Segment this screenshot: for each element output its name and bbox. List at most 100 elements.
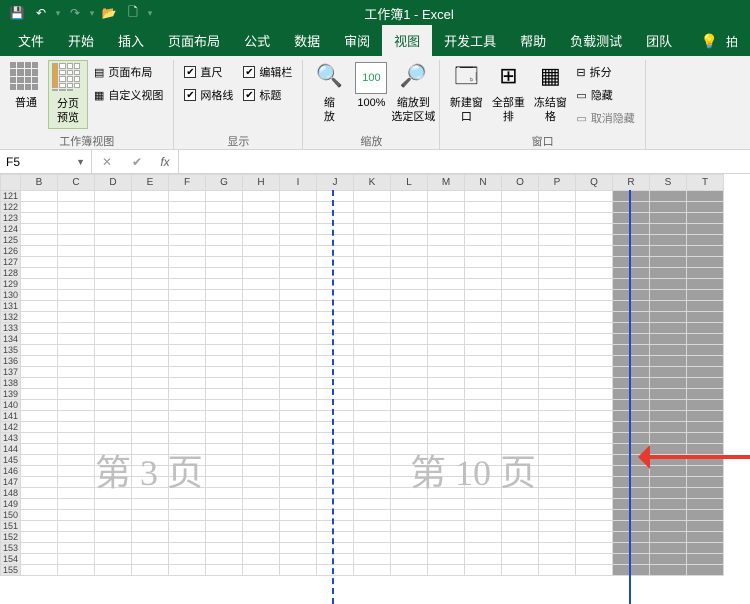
cell[interactable]: [280, 290, 317, 301]
cell[interactable]: [576, 301, 613, 312]
cell[interactable]: [280, 433, 317, 444]
cell[interactable]: [58, 543, 95, 554]
row-header[interactable]: 133: [1, 323, 21, 334]
cell[interactable]: [21, 565, 58, 576]
cell[interactable]: [169, 312, 206, 323]
cell[interactable]: [132, 455, 169, 466]
col-header[interactable]: L: [391, 175, 428, 191]
cell[interactable]: [502, 521, 539, 532]
cell[interactable]: [169, 499, 206, 510]
cell[interactable]: [502, 422, 539, 433]
cell[interactable]: [243, 191, 280, 202]
cell[interactable]: [206, 290, 243, 301]
new-window-button[interactable]: 🗔 新建窗口: [446, 60, 486, 127]
cell[interactable]: [317, 356, 354, 367]
cell[interactable]: [280, 191, 317, 202]
cell[interactable]: [58, 400, 95, 411]
cell[interactable]: [317, 554, 354, 565]
cell[interactable]: [391, 543, 428, 554]
cell[interactable]: [169, 268, 206, 279]
cell[interactable]: [354, 345, 391, 356]
cell[interactable]: [280, 213, 317, 224]
cell[interactable]: [280, 356, 317, 367]
cell[interactable]: [206, 477, 243, 488]
cell[interactable]: [391, 411, 428, 422]
cell[interactable]: [206, 356, 243, 367]
cell[interactable]: [317, 378, 354, 389]
cell[interactable]: [465, 389, 502, 400]
cell[interactable]: [465, 224, 502, 235]
cell[interactable]: [58, 554, 95, 565]
cell[interactable]: [317, 257, 354, 268]
row-header[interactable]: 150: [1, 510, 21, 521]
cell[interactable]: [465, 345, 502, 356]
cell[interactable]: [95, 235, 132, 246]
cell[interactable]: [687, 301, 724, 312]
cell[interactable]: [354, 477, 391, 488]
cell[interactable]: [243, 400, 280, 411]
col-header[interactable]: T: [687, 175, 724, 191]
cell[interactable]: [280, 323, 317, 334]
cell[interactable]: [169, 488, 206, 499]
cell[interactable]: [354, 301, 391, 312]
tab-formula[interactable]: 公式: [232, 25, 282, 56]
cell[interactable]: [132, 510, 169, 521]
col-header[interactable]: P: [539, 175, 576, 191]
cell[interactable]: [465, 554, 502, 565]
cell[interactable]: [650, 367, 687, 378]
cell[interactable]: [21, 301, 58, 312]
cell[interactable]: [650, 279, 687, 290]
row-header[interactable]: 127: [1, 257, 21, 268]
cell[interactable]: [95, 455, 132, 466]
cell[interactable]: [95, 224, 132, 235]
col-header[interactable]: E: [132, 175, 169, 191]
row-header[interactable]: 126: [1, 246, 21, 257]
cell[interactable]: [650, 356, 687, 367]
row-header[interactable]: 142: [1, 422, 21, 433]
tab-layout[interactable]: 页面布局: [156, 25, 232, 56]
row-header[interactable]: 132: [1, 312, 21, 323]
cell[interactable]: [280, 444, 317, 455]
cell[interactable]: [317, 367, 354, 378]
cell[interactable]: [391, 312, 428, 323]
cell[interactable]: [243, 334, 280, 345]
cell[interactable]: [21, 224, 58, 235]
col-header[interactable]: G: [206, 175, 243, 191]
cell[interactable]: [58, 202, 95, 213]
cell[interactable]: [576, 202, 613, 213]
cell[interactable]: [502, 312, 539, 323]
cell[interactable]: [576, 389, 613, 400]
row-header[interactable]: 154: [1, 554, 21, 565]
cell[interactable]: [502, 378, 539, 389]
cell[interactable]: [280, 367, 317, 378]
cell[interactable]: [354, 444, 391, 455]
cell[interactable]: [21, 202, 58, 213]
cell[interactable]: [391, 565, 428, 576]
cell[interactable]: [502, 543, 539, 554]
cell[interactable]: [428, 257, 465, 268]
cell[interactable]: [613, 290, 650, 301]
cell[interactable]: [206, 246, 243, 257]
cell[interactable]: [650, 378, 687, 389]
cell[interactable]: [280, 312, 317, 323]
cell[interactable]: [280, 411, 317, 422]
cell[interactable]: [465, 510, 502, 521]
cell[interactable]: [169, 455, 206, 466]
row-header[interactable]: 155: [1, 565, 21, 576]
cell[interactable]: [280, 499, 317, 510]
cell[interactable]: [613, 279, 650, 290]
cell[interactable]: [650, 477, 687, 488]
cell[interactable]: [687, 191, 724, 202]
cell[interactable]: [354, 400, 391, 411]
cell[interactable]: [687, 312, 724, 323]
cell[interactable]: [21, 400, 58, 411]
cell[interactable]: [650, 488, 687, 499]
tab-data[interactable]: 数据: [282, 25, 332, 56]
cell[interactable]: [613, 543, 650, 554]
cell[interactable]: [280, 422, 317, 433]
cell[interactable]: [206, 565, 243, 576]
row-header[interactable]: 153: [1, 543, 21, 554]
cell[interactable]: [613, 367, 650, 378]
cell[interactable]: [58, 301, 95, 312]
cell[interactable]: [428, 433, 465, 444]
